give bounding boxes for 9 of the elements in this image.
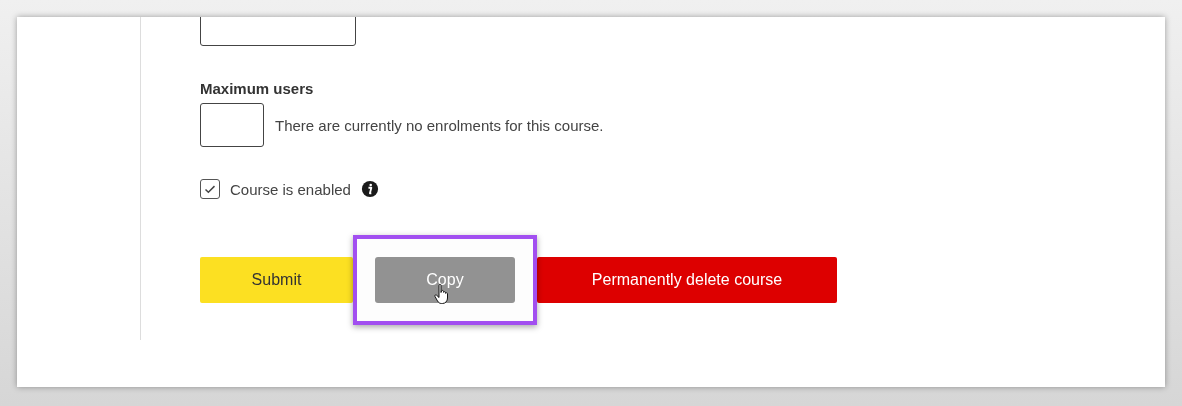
- checkbox[interactable]: [200, 179, 220, 199]
- field-label: Maximum users: [200, 80, 315, 97]
- copy-button[interactable]: Copy: [375, 257, 515, 303]
- checkbox-label: Course is enabled: [230, 180, 351, 198]
- help-text: There are currently no enrolments for this course.: [275, 116, 604, 134]
- submit-button[interactable]: Submit: [200, 257, 353, 303]
- info-icon[interactable]: [360, 180, 379, 198]
- delete-button[interactable]: Permanently delete course: [537, 257, 837, 303]
- input-field[interactable]: [200, 103, 264, 147]
